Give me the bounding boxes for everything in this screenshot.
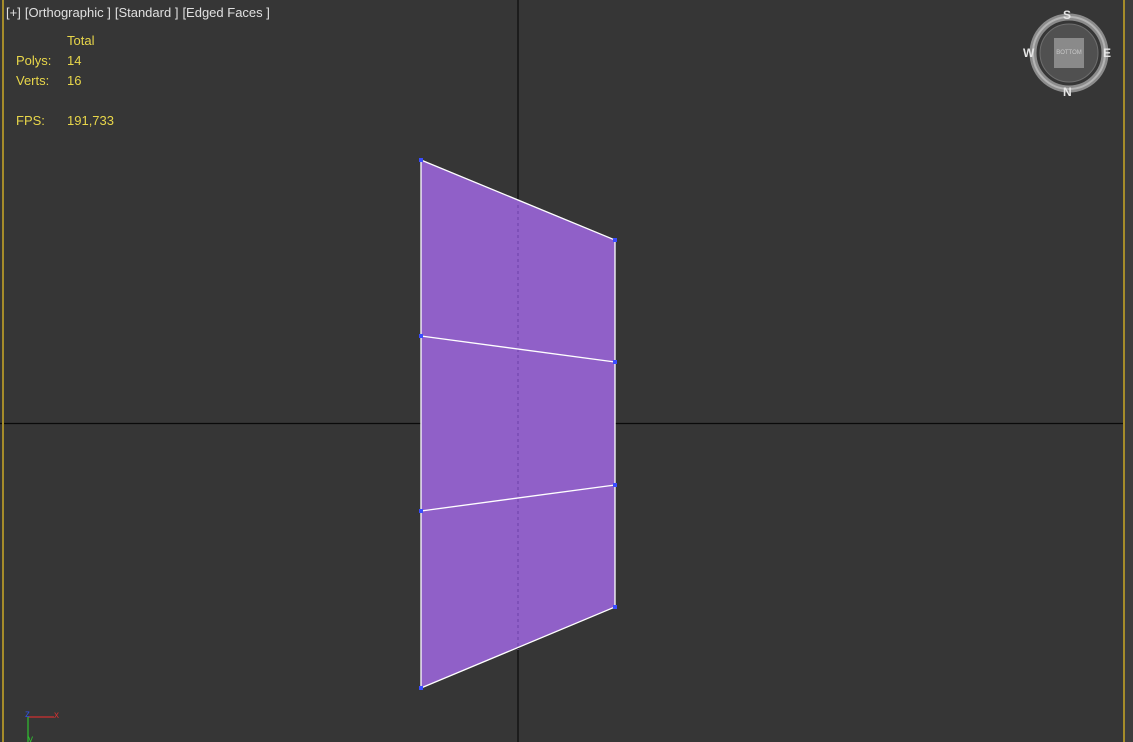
viewport-scene[interactable] — [0, 0, 1133, 742]
compass-west[interactable]: W — [1023, 46, 1034, 60]
viewcube[interactable]: BOTTOM S N W E — [1023, 8, 1112, 99]
axis-y-label: y — [28, 734, 33, 742]
vertex[interactable] — [613, 605, 617, 609]
viewcube-face[interactable]: BOTTOM — [1054, 38, 1084, 68]
vertex[interactable] — [613, 483, 617, 487]
stats-fps-label: FPS: — [16, 113, 45, 128]
vertex[interactable] — [613, 360, 617, 364]
axis-tripod-gizmo: z x y — [25, 709, 59, 742]
compass-east[interactable]: E — [1103, 46, 1111, 60]
stats-polys-value: 14 — [67, 53, 82, 68]
viewport-border-left — [2, 0, 4, 742]
vertex[interactable] — [419, 158, 423, 162]
vertex[interactable] — [419, 686, 423, 690]
compass-north[interactable]: N — [1063, 85, 1072, 99]
orthographic-viewport[interactable]: [+] [Orthographic ] [Standard ] [Edged Face… — [0, 0, 1133, 742]
stats-polys-label: Polys: — [16, 53, 52, 68]
viewport-menu-shading[interactable]: [Standard ] — [115, 5, 179, 20]
vertex[interactable] — [419, 334, 423, 338]
viewport-menu-point-of-view[interactable]: [Orthographic ] — [25, 5, 111, 20]
stats-header: Total — [67, 33, 95, 48]
viewport-menu-general[interactable]: [+] — [6, 5, 21, 20]
stats-verts-label: Verts: — [16, 73, 50, 88]
viewport-menu-visual-style[interactable]: [Edged Faces ] — [182, 5, 269, 20]
compass-south[interactable]: S — [1063, 8, 1071, 22]
viewport-label-bar: [+] [Orthographic ] [Standard ] [Edged Face… — [6, 5, 274, 20]
stats-verts-value: 16 — [67, 73, 82, 88]
axis-x-label: x — [54, 710, 59, 721]
plane-mesh[interactable] — [419, 158, 617, 690]
viewport-edge — [1125, 0, 1133, 742]
stats-fps-value: 191,733 — [67, 113, 114, 128]
vertex[interactable] — [419, 509, 423, 513]
vertex[interactable] — [613, 238, 617, 242]
axis-z-label: z — [25, 709, 30, 720]
